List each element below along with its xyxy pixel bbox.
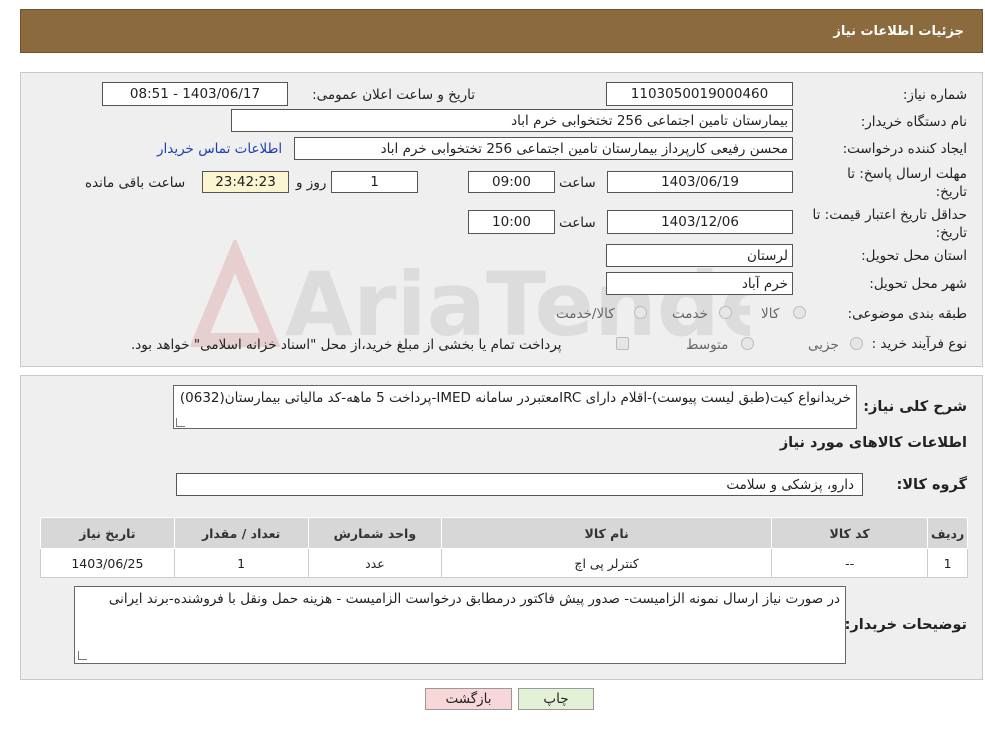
col-quantity: تعداد / مقدار: [173, 517, 309, 549]
col-unit: واحد شمارش: [307, 517, 443, 549]
description-content: خریدانواع کیت(طبق لیست پیوست)-اقلام دارا…: [179, 390, 851, 406]
city-field: خرم آباد: [606, 272, 793, 295]
days-label: روز و: [296, 175, 327, 191]
buyer-notes-content: در صورت نیاز ارسال نمونه الزامیست- صدور …: [108, 591, 840, 607]
back-button[interactable]: بازگشت: [425, 688, 512, 710]
province-label: استان محل تحویل:: [861, 248, 967, 264]
announce-datetime-label: تاریخ و ساعت اعلان عمومی:: [312, 87, 475, 103]
items-section-title: اطلاعات کالاهای مورد نیاز: [779, 435, 967, 451]
description-text: خریدانواع کیت(طبق لیست پیوست)-اقلام دارا…: [173, 385, 857, 429]
goods-group-label: گروه کالا:: [896, 477, 967, 493]
payment-checkbox[interactable]: [616, 337, 629, 350]
process-radio-medium[interactable]: [741, 337, 754, 350]
reply-deadline-label-2: تاریخ:: [935, 184, 967, 200]
buyer-org-field: بیمارستان تامین اجتماعی 256 تختخوابی خرم…: [231, 109, 793, 132]
page-header: جزئیات اطلاعات نیاز: [20, 9, 983, 53]
page-title: جزئیات اطلاعات نیاز: [833, 24, 964, 39]
cell-quantity: 1: [173, 548, 309, 578]
cell-unit: عدد: [307, 548, 443, 578]
time-remaining-label: ساعت باقی مانده: [85, 175, 186, 191]
days-remaining-field: 1: [331, 171, 418, 193]
price-validity-label-2: تاریخ:: [935, 225, 967, 241]
buyer-org-label: نام دستگاه خریدار:: [860, 114, 967, 130]
cell-name: کنترلر پی اچ: [441, 548, 772, 578]
col-row: ردیف: [927, 517, 968, 549]
process-label: نوع فرآیند خرید :: [871, 336, 967, 352]
price-validity-label: حداقل تاریخ اعتبار قیمت: تا: [812, 207, 967, 223]
need-number-field: 1103050019000460: [606, 82, 793, 106]
print-button[interactable]: چاپ: [518, 688, 594, 710]
announce-datetime-field: 1403/06/17 - 08:51: [102, 82, 288, 106]
category-label: طبقه بندی موضوعی:: [847, 306, 967, 322]
resize-grip-icon: [176, 418, 185, 427]
reply-date-field: 1403/06/19: [607, 171, 793, 193]
payment-note: پرداخت تمام یا بخشی از مبلغ خرید،از محل …: [131, 337, 562, 353]
reply-time-field: 09:00: [468, 171, 555, 193]
goods-group-field: دارو، پزشکی و سلامت: [176, 473, 863, 496]
category-option-goods: کالا: [761, 306, 780, 322]
requester-field: محسن رفیعی کارپرداز بیمارستان تامین اجتم…: [294, 137, 793, 160]
category-option-goods-service: کالا/خدمت: [556, 306, 615, 322]
category-radio-goods-service[interactable]: [634, 306, 647, 319]
time-remaining-field: 23:42:23: [202, 171, 289, 193]
cell-code: --: [770, 548, 929, 578]
reply-deadline-label: مهلت ارسال پاسخ: تا: [847, 166, 967, 182]
need-number-label: شماره نیاز:: [902, 87, 967, 103]
process-option-minor: جزیی: [808, 337, 839, 353]
cell-date: 1403/06/25: [40, 548, 175, 578]
description-label: شرح کلی نیاز:: [863, 399, 967, 415]
validity-time-field: 10:00: [468, 210, 555, 234]
col-name: نام کالا: [441, 517, 772, 549]
validity-time-label: ساعت: [559, 215, 596, 231]
process-radio-minor[interactable]: [850, 337, 863, 350]
process-option-medium: متوسط: [686, 337, 729, 353]
table-row: 1 -- کنترلر پی اچ عدد 1 1403/06/25: [40, 548, 968, 578]
requester-label: ایجاد کننده درخواست:: [842, 141, 967, 157]
validity-date-field: 1403/12/06: [607, 210, 793, 234]
cell-row: 1: [927, 548, 968, 578]
resize-grip-icon: [78, 651, 87, 660]
category-radio-goods[interactable]: [793, 306, 806, 319]
table-header-row: ردیف کد کالا نام کالا واحد شمارش تعداد /…: [40, 517, 968, 549]
reply-time-label: ساعت: [559, 175, 596, 191]
buyer-notes-label: توضیحات خریدار:: [844, 617, 967, 633]
city-label: شهر محل تحویل:: [869, 276, 967, 292]
col-code: کد کالا: [770, 517, 929, 549]
items-table: ردیف کد کالا نام کالا واحد شمارش تعداد /…: [40, 517, 968, 578]
category-radio-service[interactable]: [719, 306, 732, 319]
province-field: لرستان: [606, 244, 793, 267]
buyer-notes-text: در صورت نیاز ارسال نمونه الزامیست- صدور …: [74, 586, 846, 664]
col-date: تاریخ نیاز: [40, 517, 175, 549]
buyer-contact-link[interactable]: اطلاعات تماس خریدار: [157, 141, 282, 157]
category-option-service: خدمت: [672, 306, 708, 322]
